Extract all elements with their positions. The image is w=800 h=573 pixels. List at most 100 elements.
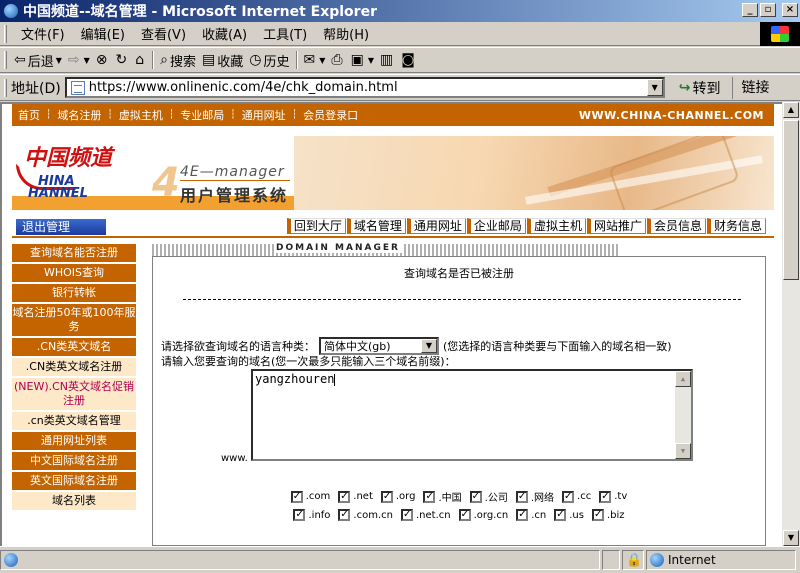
mail-button[interactable]: ✉ ▼ — [301, 49, 329, 71]
sidebar-item-chinese-intl[interactable]: 中文国际域名注册 — [12, 452, 136, 470]
links-button[interactable]: 链接 — [732, 76, 769, 99]
tld-checkbox-zhongguo[interactable]: ✓ .中国 — [423, 489, 462, 504]
window-title: 中国频道--域名管理 - Microsoft Internet Explorer — [23, 4, 377, 20]
tld-checkbox-org[interactable]: ✓ .org — [380, 489, 415, 504]
tld-checkbox-info[interactable]: ✓ .info — [293, 509, 330, 521]
maximize-button[interactable]: ▫ — [760, 3, 776, 17]
tld-checkbox-com[interactable]: ✓ .com — [290, 489, 330, 504]
nav-home[interactable]: 首页 — [12, 107, 46, 123]
scroll-up-icon[interactable]: ▲ — [675, 371, 691, 387]
forward-button[interactable]: ⇨ ▼ — [65, 49, 93, 71]
refresh-button[interactable]: ↻ — [113, 49, 133, 71]
tld-checkbox-cn[interactable]: ✓ .cn — [516, 509, 546, 521]
nav-domain-register[interactable]: 域名注册 — [51, 107, 107, 123]
edit-button[interactable]: ▣ ▼ — [348, 49, 377, 71]
textarea-scrollbar[interactable]: ▲ ▼ — [675, 371, 691, 459]
tld-checkbox-us[interactable]: ✓ .us — [554, 509, 584, 521]
address-url[interactable]: https://www.onlinenic.com/4e/chk_domain.… — [89, 80, 398, 95]
menu-help[interactable]: 帮助(H) — [315, 24, 377, 43]
menu-view[interactable]: 查看(V) — [133, 24, 194, 43]
tld-checkbox-com-cn[interactable]: ✓ .com.cn — [338, 509, 393, 521]
sidebar-item-english-intl[interactable]: 英文国际域名注册 — [12, 472, 136, 490]
sidebar-item-cn-english[interactable]: .CN类英文域名 — [12, 338, 136, 356]
forward-dropdown-icon[interactable]: ▼ — [84, 56, 90, 65]
windows-logo-icon — [760, 22, 800, 46]
tld-checkbox-net[interactable]: ✓ .net — [338, 489, 373, 504]
messenger-button[interactable]: ◙ — [398, 49, 420, 71]
search-button[interactable]: ⌕ 搜索 — [157, 49, 199, 71]
page-scrollbar[interactable]: ▲ ▼ — [782, 102, 800, 546]
forward-arrow-icon: ⇨ — [67, 52, 80, 68]
tld-checkbox-biz[interactable]: ✓ .biz — [591, 509, 625, 521]
www-prefix: www. — [221, 453, 248, 464]
history-button[interactable]: ◷ 历史 — [246, 49, 292, 71]
tld-checkbox-net-cn[interactable]: ✓ .net.cn — [400, 509, 451, 521]
standard-toolbar: ⇦ 后退 ▼ ⇨ ▼ ⊗ ↻ ⌂ ⌕ 搜索 ▤ 收藏 ◷ 历史 ✉ ▼ ⎙ ▣ … — [0, 47, 800, 73]
subnav-finance-info[interactable]: 财务信息 — [706, 218, 766, 234]
menu-tools[interactable]: 工具(T) — [255, 24, 315, 43]
favorites-folder-icon: ▤ — [202, 52, 216, 68]
back-button[interactable]: ⇦ 后退 ▼ — [11, 49, 65, 71]
nav-mail[interactable]: 专业邮局 — [174, 107, 230, 123]
domain-textarea[interactable]: yangzhouren ▲ ▼ — [251, 369, 693, 461]
toolbar-separator — [295, 51, 298, 69]
subnav-domain-manage[interactable]: 域名管理 — [346, 218, 406, 234]
sidebar-item-cn-register[interactable]: .CN类英文域名注册 — [12, 358, 136, 376]
tld-checkbox-tv[interactable]: ✓ .tv — [599, 489, 627, 504]
scroll-down-icon[interactable]: ▼ — [783, 530, 799, 546]
close-button[interactable]: × — [782, 3, 798, 17]
nav-keyword[interactable]: 通用网址 — [236, 107, 292, 123]
banner-image — [294, 136, 774, 210]
subnav-member-info[interactable]: 会员信息 — [646, 218, 706, 234]
favorites-button[interactable]: ▤ 收藏 — [199, 49, 246, 71]
divider — [183, 299, 741, 300]
site-brand[interactable]: WWW.CHINA-CHANNEL.COM — [579, 109, 764, 122]
tld-checkbox-cc[interactable]: ✓ .cc — [562, 489, 591, 504]
menu-favorites[interactable]: 收藏(A) — [194, 24, 255, 43]
address-input[interactable]: https://www.onlinenic.com/4e/chk_domain.… — [64, 77, 665, 98]
tld-checkbox-wangluo[interactable]: ✓ .网络 — [515, 489, 554, 504]
subnav-promotion[interactable]: 网站推广 — [586, 218, 646, 234]
address-dropdown-icon[interactable]: ▼ — [646, 79, 663, 96]
stop-button[interactable]: ⊗ — [93, 49, 113, 71]
print-icon: ⎙ — [331, 52, 343, 68]
sidebar-item-domain-list[interactable]: 域名列表 — [12, 492, 136, 510]
subnav-virtual-host[interactable]: 虚拟主机 — [526, 218, 586, 234]
edit-dropdown-icon[interactable]: ▼ — [368, 56, 374, 65]
sidebar-item-bank-transfer[interactable]: 银行转帐 — [12, 284, 136, 302]
word-edit-icon: ▣ — [350, 52, 364, 68]
chevron-down-icon[interactable]: ▼ — [421, 339, 437, 353]
mail-dropdown-icon[interactable]: ▼ — [319, 56, 325, 65]
subnav-lobby[interactable]: 回到大厅 — [286, 218, 346, 234]
minimize-button[interactable]: _ — [742, 3, 758, 17]
stop-icon: ⊗ — [95, 52, 108, 68]
status-text — [0, 550, 600, 570]
sidebar-item-cn-promo[interactable]: (NEW).CN英文域名促销注册 — [12, 378, 136, 410]
sidebar-item-whois[interactable]: WHOIS查询 — [12, 264, 136, 282]
nav-member-login[interactable]: 会员登录口 — [297, 107, 364, 123]
tld-checkbox-gongsi[interactable]: ✓ .公司 — [469, 489, 508, 504]
discuss-button[interactable]: ▥ — [377, 49, 398, 71]
print-button[interactable]: ⎙ — [328, 49, 347, 71]
page-status-icon — [4, 553, 18, 567]
subnav-keyword[interactable]: 通用网址 — [406, 218, 466, 234]
search-icon: ⌕ — [160, 52, 168, 68]
tld-checkbox-org-cn[interactable]: ✓ .org.cn — [458, 509, 508, 521]
sidebar-item-cn-manage[interactable]: .cn类英文域名管理 — [12, 412, 136, 430]
sidebar-item-long-term[interactable]: 域名注册50年或100年服务 — [12, 304, 136, 336]
china-channel-logo[interactable]: 中国频道 HINA HANNEL — [16, 140, 146, 204]
back-dropdown-icon[interactable]: ▼ — [56, 56, 62, 65]
logout-button[interactable]: 退出管理 — [16, 219, 106, 235]
nav-virtual-host[interactable]: 虚拟主机 — [113, 107, 169, 123]
subnav-enterprise-mail[interactable]: 企业邮局 — [466, 218, 526, 234]
scroll-up-icon[interactable]: ▲ — [783, 102, 799, 118]
tld-row-1: ✓ .com ✓ .net ✓ .org ✓ .中国 ✓ .公司 ✓ .网络 ✓ .cc ✓.… — [153, 489, 765, 504]
sidebar-item-check-domain[interactable]: 查询域名能否注册 — [12, 244, 136, 262]
go-button[interactable]: ↪ 转到 — [679, 78, 721, 98]
menu-edit[interactable]: 编辑(E) — [73, 24, 133, 43]
home-button[interactable]: ⌂ — [132, 49, 149, 71]
scroll-thumb[interactable] — [783, 120, 799, 280]
scroll-down-icon[interactable]: ▼ — [675, 443, 691, 459]
sidebar-item-keyword-list[interactable]: 通用网址列表 — [12, 432, 136, 450]
menu-file[interactable]: 文件(F) — [13, 24, 73, 43]
